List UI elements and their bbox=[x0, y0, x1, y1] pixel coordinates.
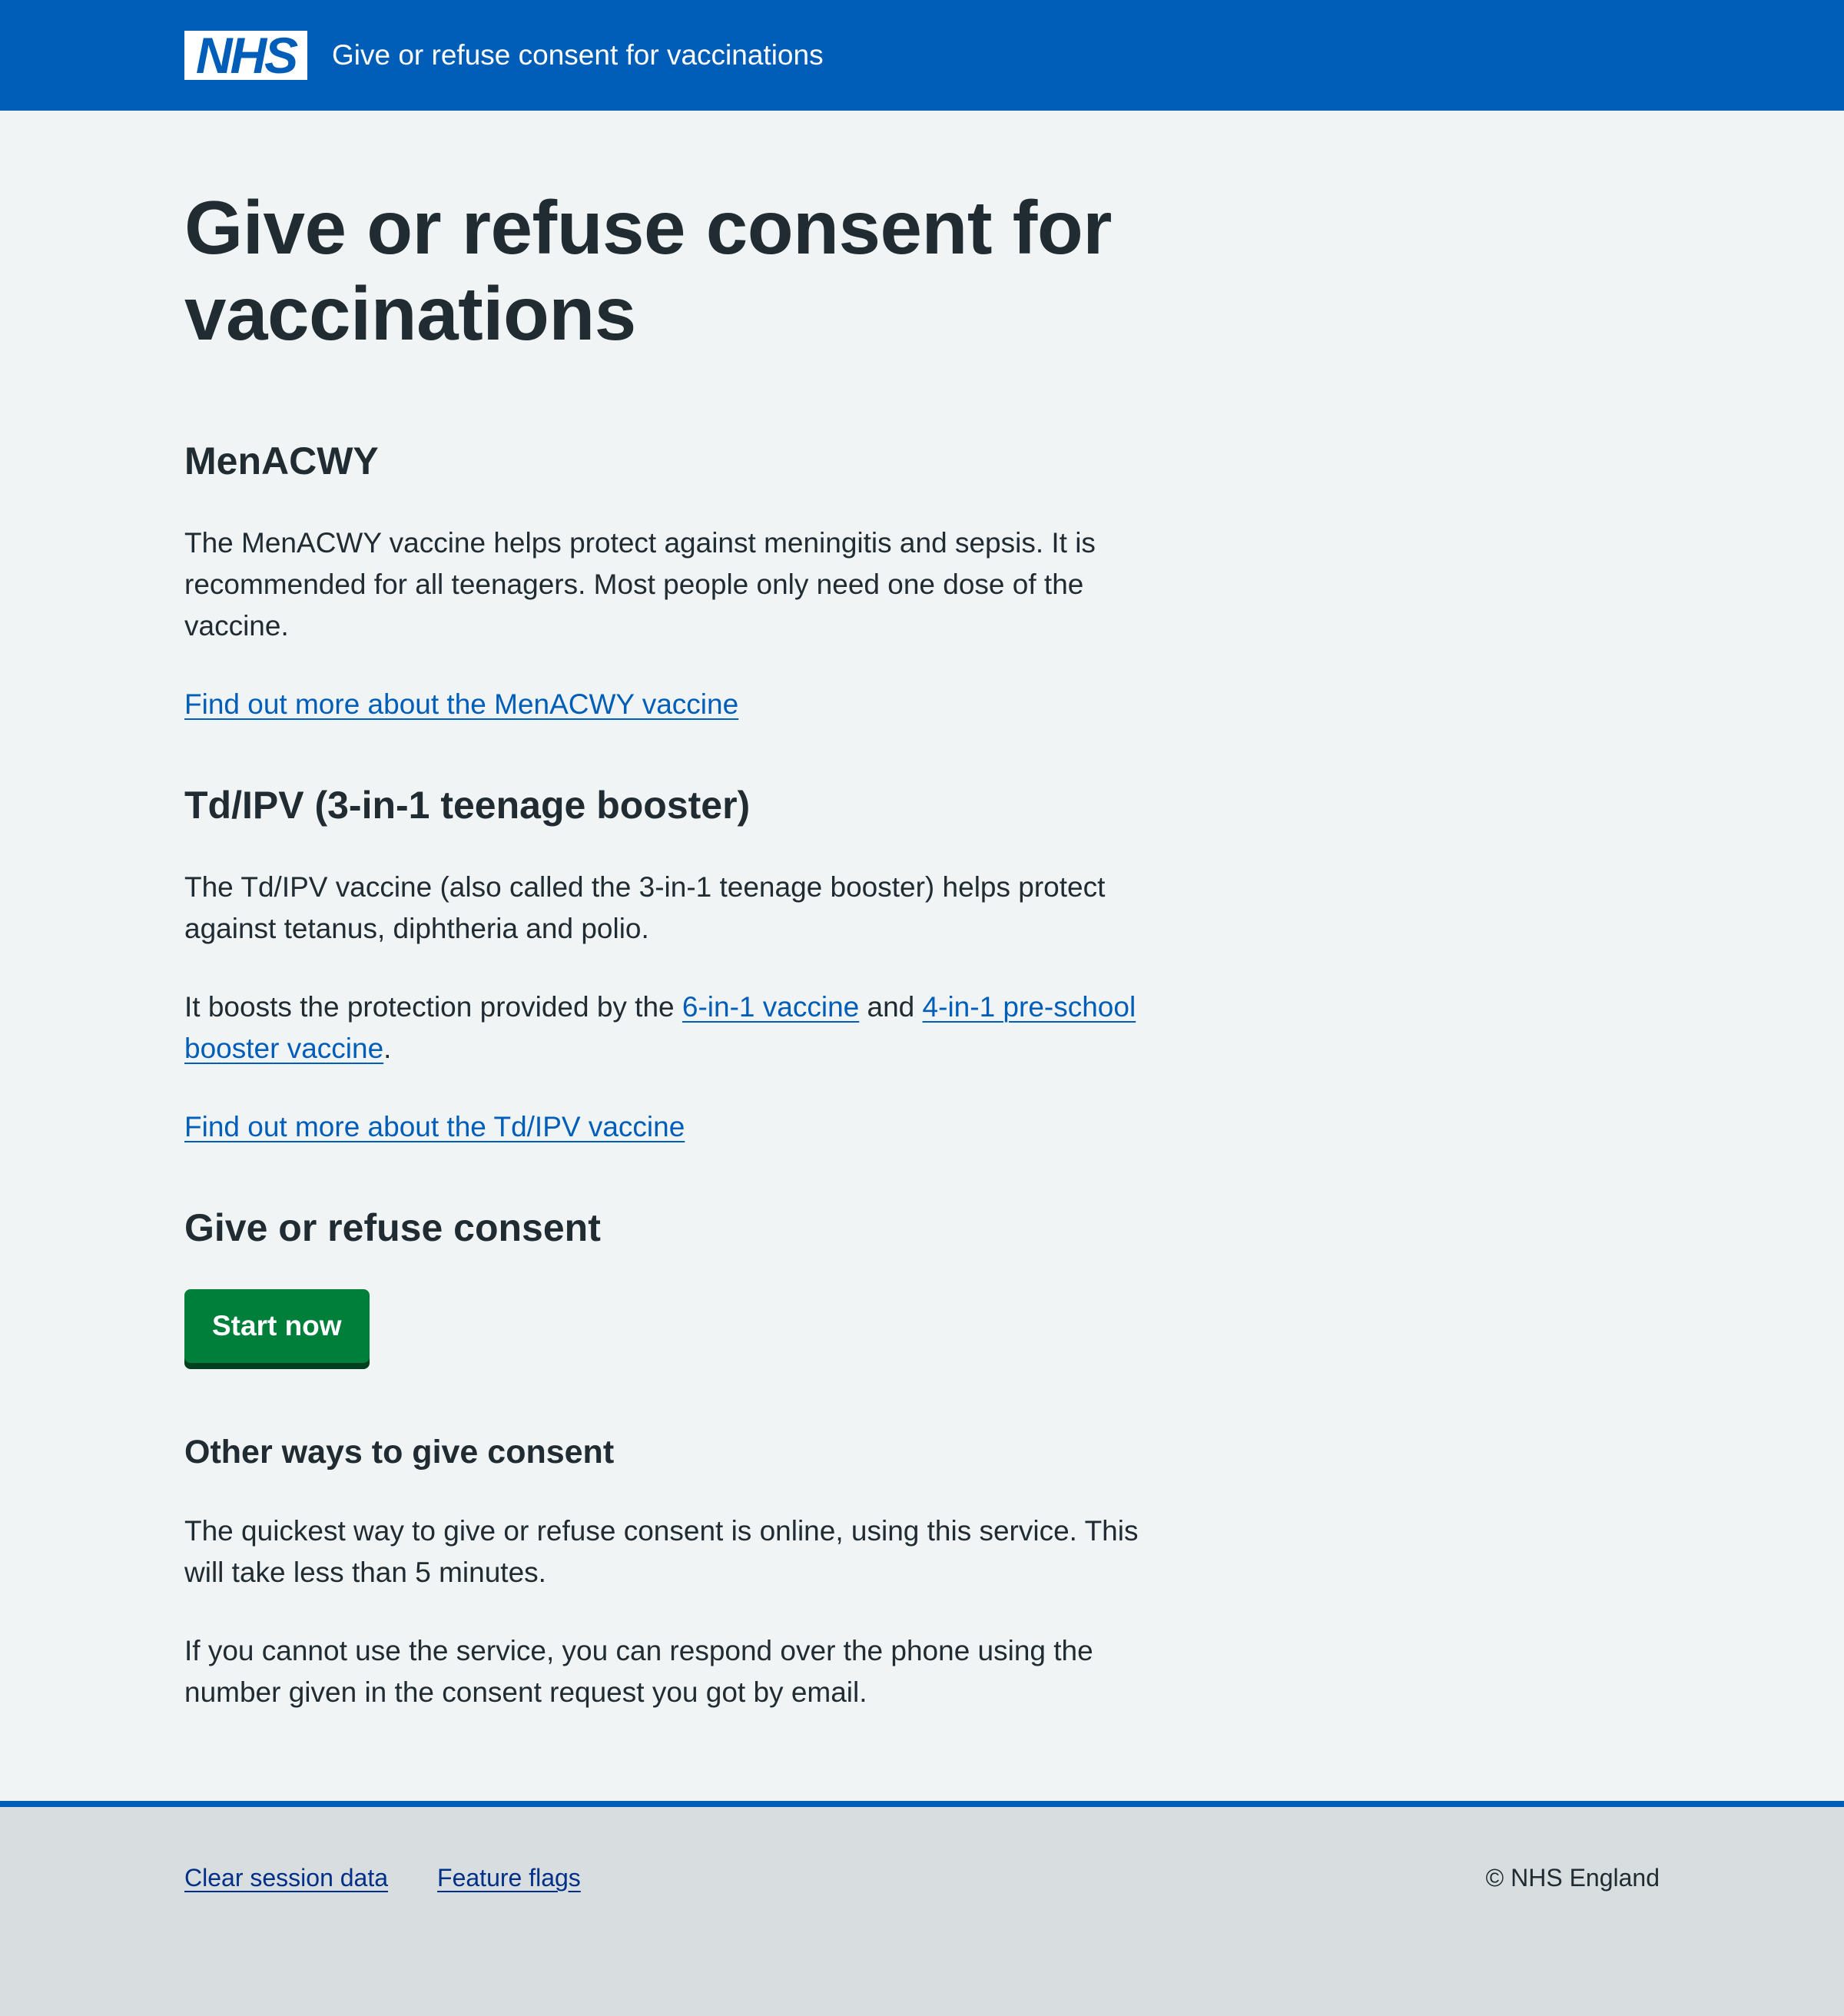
site-header: NHS Give or refuse consent for vaccinati… bbox=[0, 0, 1844, 111]
tdipv-link-paragraph: Find out more about the Td/IPV vaccine bbox=[184, 1106, 1160, 1148]
other-ways-heading: Other ways to give consent bbox=[184, 1434, 615, 1471]
menacwy-description: The MenACWY vaccine helps protect agains… bbox=[184, 527, 1096, 642]
nhs-logo-text: NHS bbox=[195, 27, 298, 84]
start-now-button[interactable]: Start now bbox=[184, 1289, 370, 1363]
copyright-text: © NHS England bbox=[1485, 1864, 1660, 1892]
service-name-link[interactable]: Give or refuse consent for vaccinations bbox=[332, 39, 824, 71]
tdipv-boost-paragraph: It boosts the protection provided by the… bbox=[184, 986, 1160, 1069]
other-ways-paragraph-online: The quickest way to give or refuse conse… bbox=[184, 1515, 1139, 1588]
clear-session-data-link[interactable]: Clear session data bbox=[184, 1864, 388, 1892]
menacwy-more-link[interactable]: Find out more about the MenACWY vaccine bbox=[184, 688, 738, 720]
site-footer: Clear session data Feature flags © NHS E… bbox=[0, 1801, 1844, 2016]
boost-prefix: It boosts the protection provided by the bbox=[184, 991, 682, 1023]
boost-suffix: . bbox=[383, 1033, 392, 1064]
consent-heading: Give or refuse consent bbox=[184, 1206, 601, 1249]
tdipv-description: The Td/IPV vaccine (also called the 3-in… bbox=[184, 871, 1106, 944]
nhs-logo[interactable]: NHS bbox=[184, 27, 307, 84]
boost-and: and bbox=[859, 991, 923, 1023]
six-in-one-vaccine-link[interactable]: 6-in-1 vaccine bbox=[682, 991, 859, 1023]
tdipv-more-link[interactable]: Find out more about the Td/IPV vaccine bbox=[184, 1111, 685, 1142]
feature-flags-link[interactable]: Feature flags bbox=[437, 1864, 581, 1892]
main-content: Give or refuse consent for vaccinations … bbox=[184, 111, 1160, 1713]
menacwy-heading: MenACWY bbox=[184, 439, 379, 482]
tdipv-heading: Td/IPV (3-in-1 teenage booster) bbox=[184, 784, 751, 827]
page-title: Give or refuse consent for vaccinations bbox=[184, 185, 1112, 356]
menacwy-link-paragraph: Find out more about the MenACWY vaccine bbox=[184, 684, 1160, 725]
header-inner: NHS Give or refuse consent for vaccinati… bbox=[184, 27, 824, 84]
footer-links: Clear session data Feature flags bbox=[184, 1864, 581, 1892]
other-ways-paragraph-phone: If you cannot use the service, you can r… bbox=[184, 1635, 1093, 1708]
